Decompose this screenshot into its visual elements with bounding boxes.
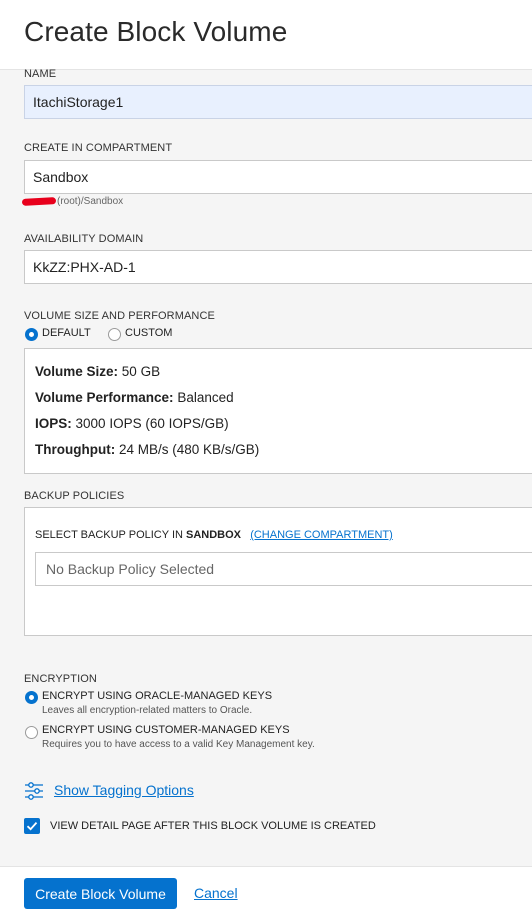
iops-key: IOPS: bbox=[35, 416, 72, 431]
customer-keys-desc: Requires you to have access to a valid K… bbox=[42, 739, 315, 750]
backup-compartment-name: SANDBOX bbox=[186, 529, 242, 541]
throughput-key: Throughput: bbox=[35, 442, 116, 457]
customer-keys-label[interactable]: ENCRYPT USING CUSTOMER-MANAGED KEYS bbox=[42, 724, 290, 736]
cancel-link[interactable]: Cancel bbox=[194, 885, 238, 901]
volume-performance-line: Volume Performance: Balanced bbox=[35, 390, 234, 405]
compartment-label: CREATE IN COMPARTMENT bbox=[24, 142, 173, 154]
name-label: NAME bbox=[24, 68, 57, 80]
volume-size-label: VOLUME SIZE AND PERFORMANCE bbox=[24, 310, 215, 322]
volume-performance-value: Balanced bbox=[177, 390, 234, 405]
show-tagging-options-link[interactable]: Show Tagging Options bbox=[54, 782, 194, 798]
custom-radio[interactable] bbox=[108, 328, 121, 341]
availability-domain-select[interactable]: KkZZ:PHX-AD-1 bbox=[24, 250, 532, 284]
encryption-label: ENCRYPTION bbox=[24, 673, 97, 685]
checkmark-icon bbox=[26, 822, 38, 831]
name-input[interactable]: ItachiStorage1 bbox=[24, 85, 532, 119]
change-compartment-link[interactable]: (CHANGE COMPARTMENT) bbox=[250, 529, 393, 541]
oracle-keys-desc: Leaves all encryption-related matters to… bbox=[42, 705, 253, 716]
dialog-header: Create Block Volume bbox=[0, 0, 532, 70]
view-detail-label[interactable]: VIEW DETAIL PAGE AFTER THIS BLOCK VOLUME… bbox=[50, 820, 376, 832]
iops-line: IOPS: 3000 IOPS (60 IOPS/GB) bbox=[35, 416, 229, 431]
availability-domain-label: AVAILABILITY DOMAIN bbox=[24, 233, 144, 245]
volume-size-key: Volume Size: bbox=[35, 364, 119, 379]
backup-policy-select[interactable]: No Backup Policy Selected bbox=[35, 552, 532, 586]
compartment-path: (root)/Sandbox bbox=[57, 196, 124, 207]
compartment-select[interactable]: Sandbox bbox=[24, 160, 532, 194]
backup-policies-label: BACKUP POLICIES bbox=[24, 490, 125, 502]
backup-policy-prefix: SELECT BACKUP POLICY IN bbox=[35, 529, 183, 541]
volume-size-value: 50 GB bbox=[121, 364, 161, 379]
redaction-mark bbox=[21, 197, 57, 206]
create-block-volume-button[interactable]: Create Block Volume bbox=[24, 878, 177, 909]
volume-performance-key: Volume Performance: bbox=[35, 390, 174, 405]
throughput-value: 24 MB/s (480 KB/s/GB) bbox=[118, 442, 260, 457]
default-radio[interactable] bbox=[25, 328, 38, 341]
oracle-keys-radio[interactable] bbox=[25, 691, 38, 704]
sliders-icon[interactable] bbox=[24, 781, 44, 801]
iops-value: 3000 IOPS (60 IOPS/GB) bbox=[75, 416, 229, 431]
oracle-keys-label[interactable]: ENCRYPT USING ORACLE-MANAGED KEYS bbox=[42, 690, 272, 702]
default-radio-label[interactable]: DEFAULT bbox=[42, 327, 91, 339]
throughput-line: Throughput: 24 MB/s (480 KB/s/GB) bbox=[35, 442, 259, 457]
page-title: Create Block Volume bbox=[24, 16, 288, 47]
backup-policy-title: SELECT BACKUP POLICY IN SANDBOX (CHANGE … bbox=[35, 529, 393, 541]
view-detail-checkbox[interactable] bbox=[24, 818, 40, 834]
custom-radio-label[interactable]: CUSTOM bbox=[125, 327, 172, 339]
customer-keys-radio[interactable] bbox=[25, 726, 38, 739]
volume-size-line: Volume Size: 50 GB bbox=[35, 364, 160, 379]
